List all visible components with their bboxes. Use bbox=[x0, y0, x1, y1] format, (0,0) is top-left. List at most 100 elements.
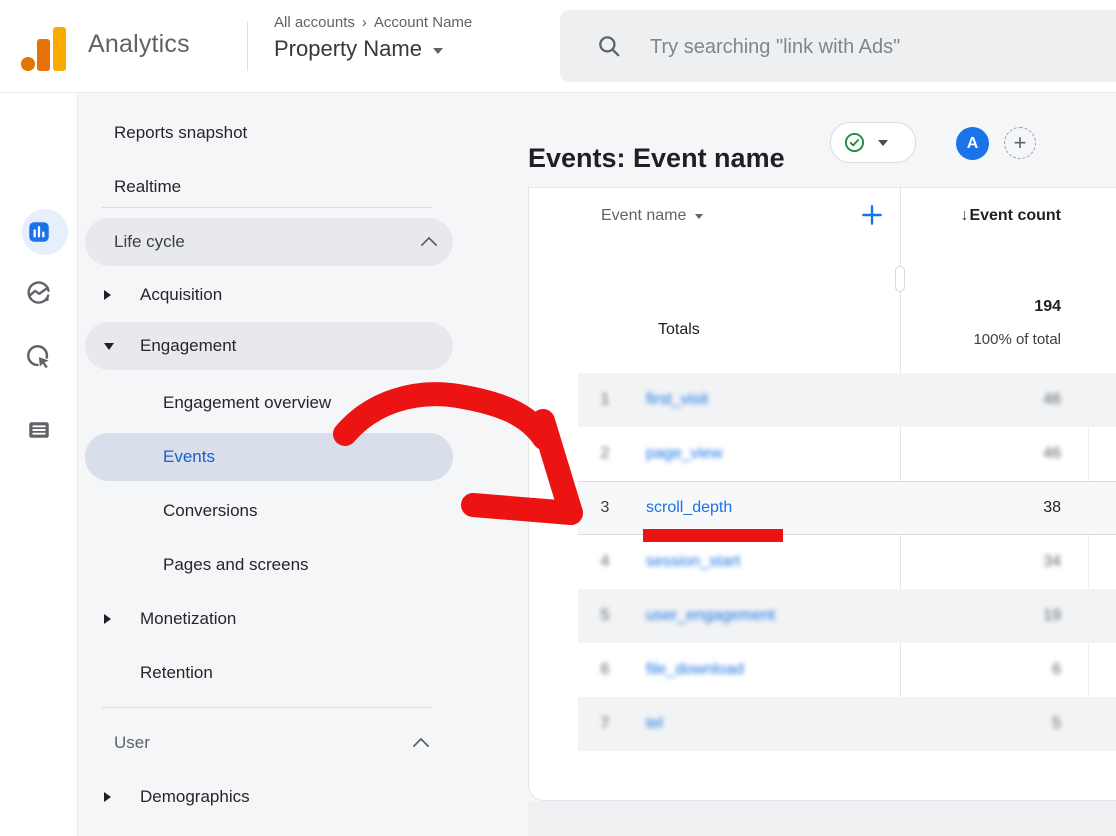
sidebar-item-label: Demographics bbox=[140, 787, 250, 807]
chevron-up-icon[interactable] bbox=[421, 237, 438, 254]
sidebar-item-label: Engagement bbox=[140, 336, 236, 356]
row-index: 5 bbox=[590, 589, 620, 643]
rail-library-button[interactable] bbox=[0, 404, 77, 456]
rail-explore-button[interactable] bbox=[0, 267, 77, 319]
sidebar-item-demographics[interactable]: Demographics bbox=[77, 770, 528, 824]
metric-header-event-count[interactable]: ↓Event count bbox=[960, 207, 1061, 225]
sidebar-item-monetization[interactable]: Monetization bbox=[77, 592, 528, 646]
totals-value: 194 bbox=[1034, 298, 1061, 316]
breadcrumb-account-name[interactable]: Account Name bbox=[374, 14, 472, 31]
ga4-app: Analytics All accounts›Account Name Prop… bbox=[0, 0, 1116, 836]
table-row-user_engagement: 5 user_engagement 19 bbox=[578, 589, 1116, 643]
page-title: Events: Event name bbox=[528, 143, 785, 174]
totals-share: 100% of total bbox=[973, 331, 1061, 348]
triangle-right-icon[interactable] bbox=[104, 290, 111, 300]
event-name-link[interactable]: tel bbox=[646, 697, 663, 751]
table-row-file_download: 6 file_download 6 bbox=[578, 643, 1116, 697]
event-name-link[interactable]: first_visit bbox=[646, 373, 708, 427]
search-input[interactable] bbox=[648, 10, 1110, 84]
event-count-value: 6 bbox=[1052, 643, 1061, 697]
analytics-logo-icon bbox=[20, 26, 68, 72]
sidebar-item-label: Realtime bbox=[114, 177, 181, 197]
plus-icon bbox=[859, 202, 885, 228]
totals-label: Totals bbox=[658, 321, 700, 339]
row-index: 4 bbox=[590, 535, 620, 589]
chevron-down-icon bbox=[878, 140, 888, 146]
table-rows: 1first_visit462page_view463scroll_depth3… bbox=[578, 373, 1116, 751]
sidebar-item-label: Conversions bbox=[163, 501, 258, 521]
event-count-value: 5 bbox=[1052, 697, 1061, 751]
advertising-icon bbox=[25, 343, 53, 371]
event-count-value: 19 bbox=[1043, 589, 1061, 643]
table-row-session_start: 4 session_start 34 bbox=[578, 535, 1116, 589]
sidebar-item-label: Acquisition bbox=[140, 285, 222, 305]
event-name-link[interactable]: scroll_depth bbox=[646, 481, 732, 535]
search-bar[interactable] bbox=[560, 10, 1116, 82]
row-index: 2 bbox=[590, 427, 620, 481]
table-row-first_visit: 1 first_visit 46 bbox=[578, 373, 1116, 427]
column-resize-handle[interactable] bbox=[895, 266, 905, 292]
sidebar-item-label: Retention bbox=[140, 663, 213, 683]
report-nav-sidebar: Reports snapshot Realtime Life cycle Acquis… bbox=[77, 92, 528, 836]
chevron-down-icon bbox=[433, 48, 443, 54]
event-count-value: 46 bbox=[1043, 373, 1061, 427]
header-divider bbox=[247, 21, 248, 71]
brand-title: Analytics bbox=[88, 30, 190, 59]
sidebar-item-engagement-overview[interactable]: Engagement overview bbox=[77, 376, 528, 430]
triangle-right-icon[interactable] bbox=[104, 614, 111, 624]
events-table-card: Event name ↓Event count Totals 194 100% … bbox=[528, 187, 1116, 801]
event-count-value: 34 bbox=[1043, 535, 1061, 589]
breadcrumb-all-accounts[interactable]: All accounts bbox=[274, 14, 355, 31]
rail-advertising-button[interactable] bbox=[0, 331, 77, 383]
sidebar-item-events[interactable]: Events bbox=[85, 433, 453, 481]
sidebar-item-label: Engagement overview bbox=[163, 393, 331, 413]
reports-icon bbox=[26, 219, 52, 245]
sidebar-divider bbox=[102, 707, 432, 708]
add-dimension-button[interactable] bbox=[859, 202, 885, 233]
table-row-tel: 7 tel 5 bbox=[578, 697, 1116, 751]
sidebar-item-pages-and-screens[interactable]: Pages and screens bbox=[77, 538, 528, 592]
avatar[interactable]: A bbox=[956, 127, 989, 160]
event-name-link[interactable]: page_view bbox=[646, 427, 723, 481]
top-header: Analytics All accounts›Account Name Prop… bbox=[0, 0, 1116, 93]
sidebar-item-label: User bbox=[114, 733, 150, 753]
sidebar-divider bbox=[102, 207, 432, 208]
sidebar-item-label: Monetization bbox=[140, 609, 236, 629]
sidebar-item-user[interactable]: User bbox=[77, 719, 528, 767]
sidebar-item-label: Pages and screens bbox=[163, 555, 309, 575]
data-quality-dropdown[interactable] bbox=[830, 122, 916, 163]
event-name-link[interactable]: user_engagement bbox=[646, 589, 775, 643]
triangle-down-icon[interactable] bbox=[104, 343, 114, 350]
sidebar-item-conversions[interactable]: Conversions bbox=[77, 484, 528, 538]
chevron-up-icon[interactable] bbox=[413, 738, 430, 755]
dimension-header-dropdown[interactable]: Event name bbox=[601, 207, 703, 225]
page-bottom-background bbox=[528, 801, 1116, 836]
sidebar-item-engagement[interactable]: Engagement bbox=[85, 322, 453, 370]
row-index: 7 bbox=[590, 697, 620, 751]
sidebar-item-life-cycle[interactable]: Life cycle bbox=[85, 218, 453, 266]
sidebar-item-label: Reports snapshot bbox=[114, 123, 247, 143]
check-circle-icon bbox=[844, 132, 865, 153]
event-count-value: 46 bbox=[1043, 427, 1061, 481]
row-index: 6 bbox=[590, 643, 620, 697]
library-icon bbox=[26, 417, 52, 443]
rail-reports-button[interactable] bbox=[0, 206, 77, 258]
event-name-link[interactable]: file_download bbox=[646, 643, 744, 697]
icon-rail bbox=[0, 92, 78, 836]
event-name-link[interactable]: session_start bbox=[646, 535, 740, 589]
sort-descending-icon: ↓ bbox=[960, 207, 968, 224]
triangle-right-icon[interactable] bbox=[104, 792, 111, 802]
table-row-page_view: 2 page_view 46 bbox=[578, 427, 1116, 481]
sidebar-item-reports-snapshot[interactable]: Reports snapshot bbox=[77, 106, 528, 160]
row-index: 3 bbox=[590, 481, 620, 535]
property-switcher[interactable]: Property Name bbox=[274, 36, 472, 62]
property-name: Property Name bbox=[274, 36, 422, 62]
add-comparison-button[interactable]: + bbox=[1004, 127, 1036, 159]
row-index: 1 bbox=[590, 373, 620, 427]
sidebar-item-retention[interactable]: Retention bbox=[77, 646, 528, 700]
breadcrumb: All accounts›Account Name Property Name bbox=[274, 14, 472, 62]
sidebar-item-label: Life cycle bbox=[114, 232, 185, 252]
sidebar-item-acquisition[interactable]: Acquisition bbox=[77, 268, 528, 322]
explore-icon bbox=[25, 280, 52, 307]
sidebar-item-realtime[interactable]: Realtime bbox=[77, 160, 528, 214]
